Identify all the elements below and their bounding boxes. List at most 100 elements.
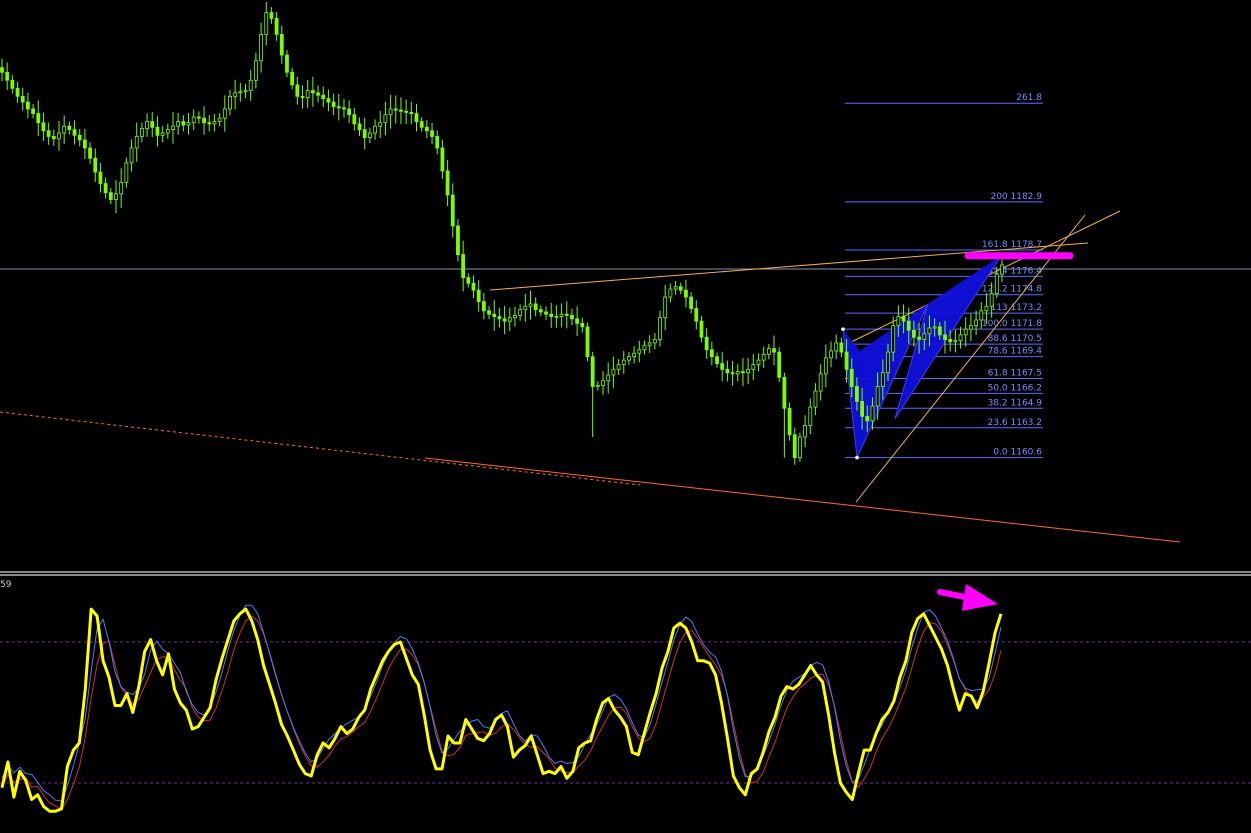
candle-body: [1000, 264, 1004, 275]
candle-body: [233, 92, 238, 97]
candle-body: [865, 415, 870, 422]
candle-body: [621, 359, 626, 366]
candle-body: [792, 434, 797, 459]
candle-body: [756, 359, 761, 366]
candle-body: [735, 371, 740, 375]
candle-body: [627, 356, 631, 361]
candle-body: [668, 288, 673, 298]
candle-body: [481, 301, 486, 312]
candle-body: [611, 368, 616, 376]
candle-body: [181, 121, 186, 126]
candle-body: [777, 351, 782, 378]
fib-level-label: 78.6 1169.4: [988, 347, 1043, 357]
pattern-point: [841, 327, 845, 331]
candle-body: [93, 157, 98, 173]
candle-body: [937, 326, 942, 336]
candle-body: [492, 313, 497, 317]
candle-body: [715, 356, 719, 364]
fib-level-label: 0.0 1160.6: [993, 448, 1042, 458]
candle-body: [404, 110, 409, 113]
candle-body: [83, 139, 87, 149]
candle-body: [953, 340, 958, 343]
candle-body: [994, 273, 999, 295]
candle-body: [378, 122, 383, 127]
candle-body: [57, 132, 61, 140]
candle-body: [901, 316, 906, 322]
candle-body: [813, 390, 818, 408]
candle-body: [808, 406, 813, 426]
fib-level-label: 200 1182.9: [990, 192, 1042, 202]
candle-body: [77, 134, 82, 141]
candle-body: [347, 108, 352, 116]
candle-body: [145, 121, 149, 129]
candle-body: [456, 225, 460, 256]
candle-body: [725, 368, 730, 374]
candle-body: [917, 336, 921, 340]
candle-body: [989, 293, 994, 307]
candle-body: [518, 309, 523, 316]
candle-body: [554, 316, 559, 318]
candle-body: [290, 71, 295, 86]
candle-body: [124, 162, 129, 183]
fib-level-label: 61.8 1167.5: [988, 368, 1042, 378]
candle-body: [523, 305, 528, 311]
candle-body: [772, 348, 776, 353]
candle-body: [637, 349, 642, 354]
candle-body: [207, 122, 212, 125]
candle-body: [912, 329, 916, 338]
candle-body: [943, 334, 947, 340]
candle-body: [352, 114, 357, 125]
candle-body: [419, 121, 424, 128]
candle-body: [285, 54, 289, 73]
candle-body: [295, 84, 300, 97]
fib-level-label: 100.0 1171.8: [982, 319, 1042, 329]
candle-body: [414, 113, 419, 122]
candle-body: [253, 60, 258, 81]
candle-body: [264, 12, 269, 35]
candle-body: [72, 129, 77, 136]
candle-body: [834, 342, 839, 352]
trading-chart: 261.8200 1182.9161.8 1178.7141.4 1176.41…: [0, 0, 1251, 833]
candle-body: [647, 342, 652, 346]
candle-body: [886, 351, 890, 374]
candle-body: [575, 318, 580, 324]
candle-body: [487, 310, 491, 315]
candle-body: [766, 348, 771, 355]
candle-body: [963, 328, 968, 336]
candle-body: [538, 309, 543, 313]
candle-body: [860, 401, 865, 417]
candle-body: [570, 314, 574, 320]
candle-body: [440, 147, 445, 172]
candle-body: [228, 95, 232, 110]
candle-body: [839, 342, 844, 353]
candle-body: [632, 352, 637, 358]
fib-level-label: 38.2 1164.9: [988, 398, 1043, 408]
candle-body: [357, 123, 362, 130]
candle-body: [823, 357, 828, 375]
candle-body: [362, 129, 367, 139]
candle-body: [606, 374, 611, 382]
candle-body: [409, 111, 414, 114]
candle-body: [430, 130, 434, 137]
candle-body: [476, 289, 481, 303]
candle-body: [684, 289, 688, 298]
candle-body: [746, 368, 751, 374]
candle-body: [88, 147, 92, 159]
candle-body: [393, 108, 398, 111]
candle-body: [979, 310, 984, 321]
candle-body: [855, 386, 859, 402]
candle-body: [51, 136, 56, 140]
candle-body: [243, 90, 248, 93]
candle-body: [279, 34, 284, 56]
candle-body: [880, 372, 885, 387]
fib-level-label: 88.6 1170.5: [988, 334, 1042, 344]
candle-body: [134, 136, 139, 149]
candle-body: [259, 34, 263, 62]
fib-level-label: 50.0 1166.2: [988, 383, 1042, 393]
candle-body: [435, 136, 440, 149]
candle-body: [497, 316, 502, 320]
candle-body: [316, 92, 320, 96]
candle-body: [450, 194, 455, 227]
candle-body: [171, 125, 175, 130]
candle-body: [36, 113, 41, 124]
